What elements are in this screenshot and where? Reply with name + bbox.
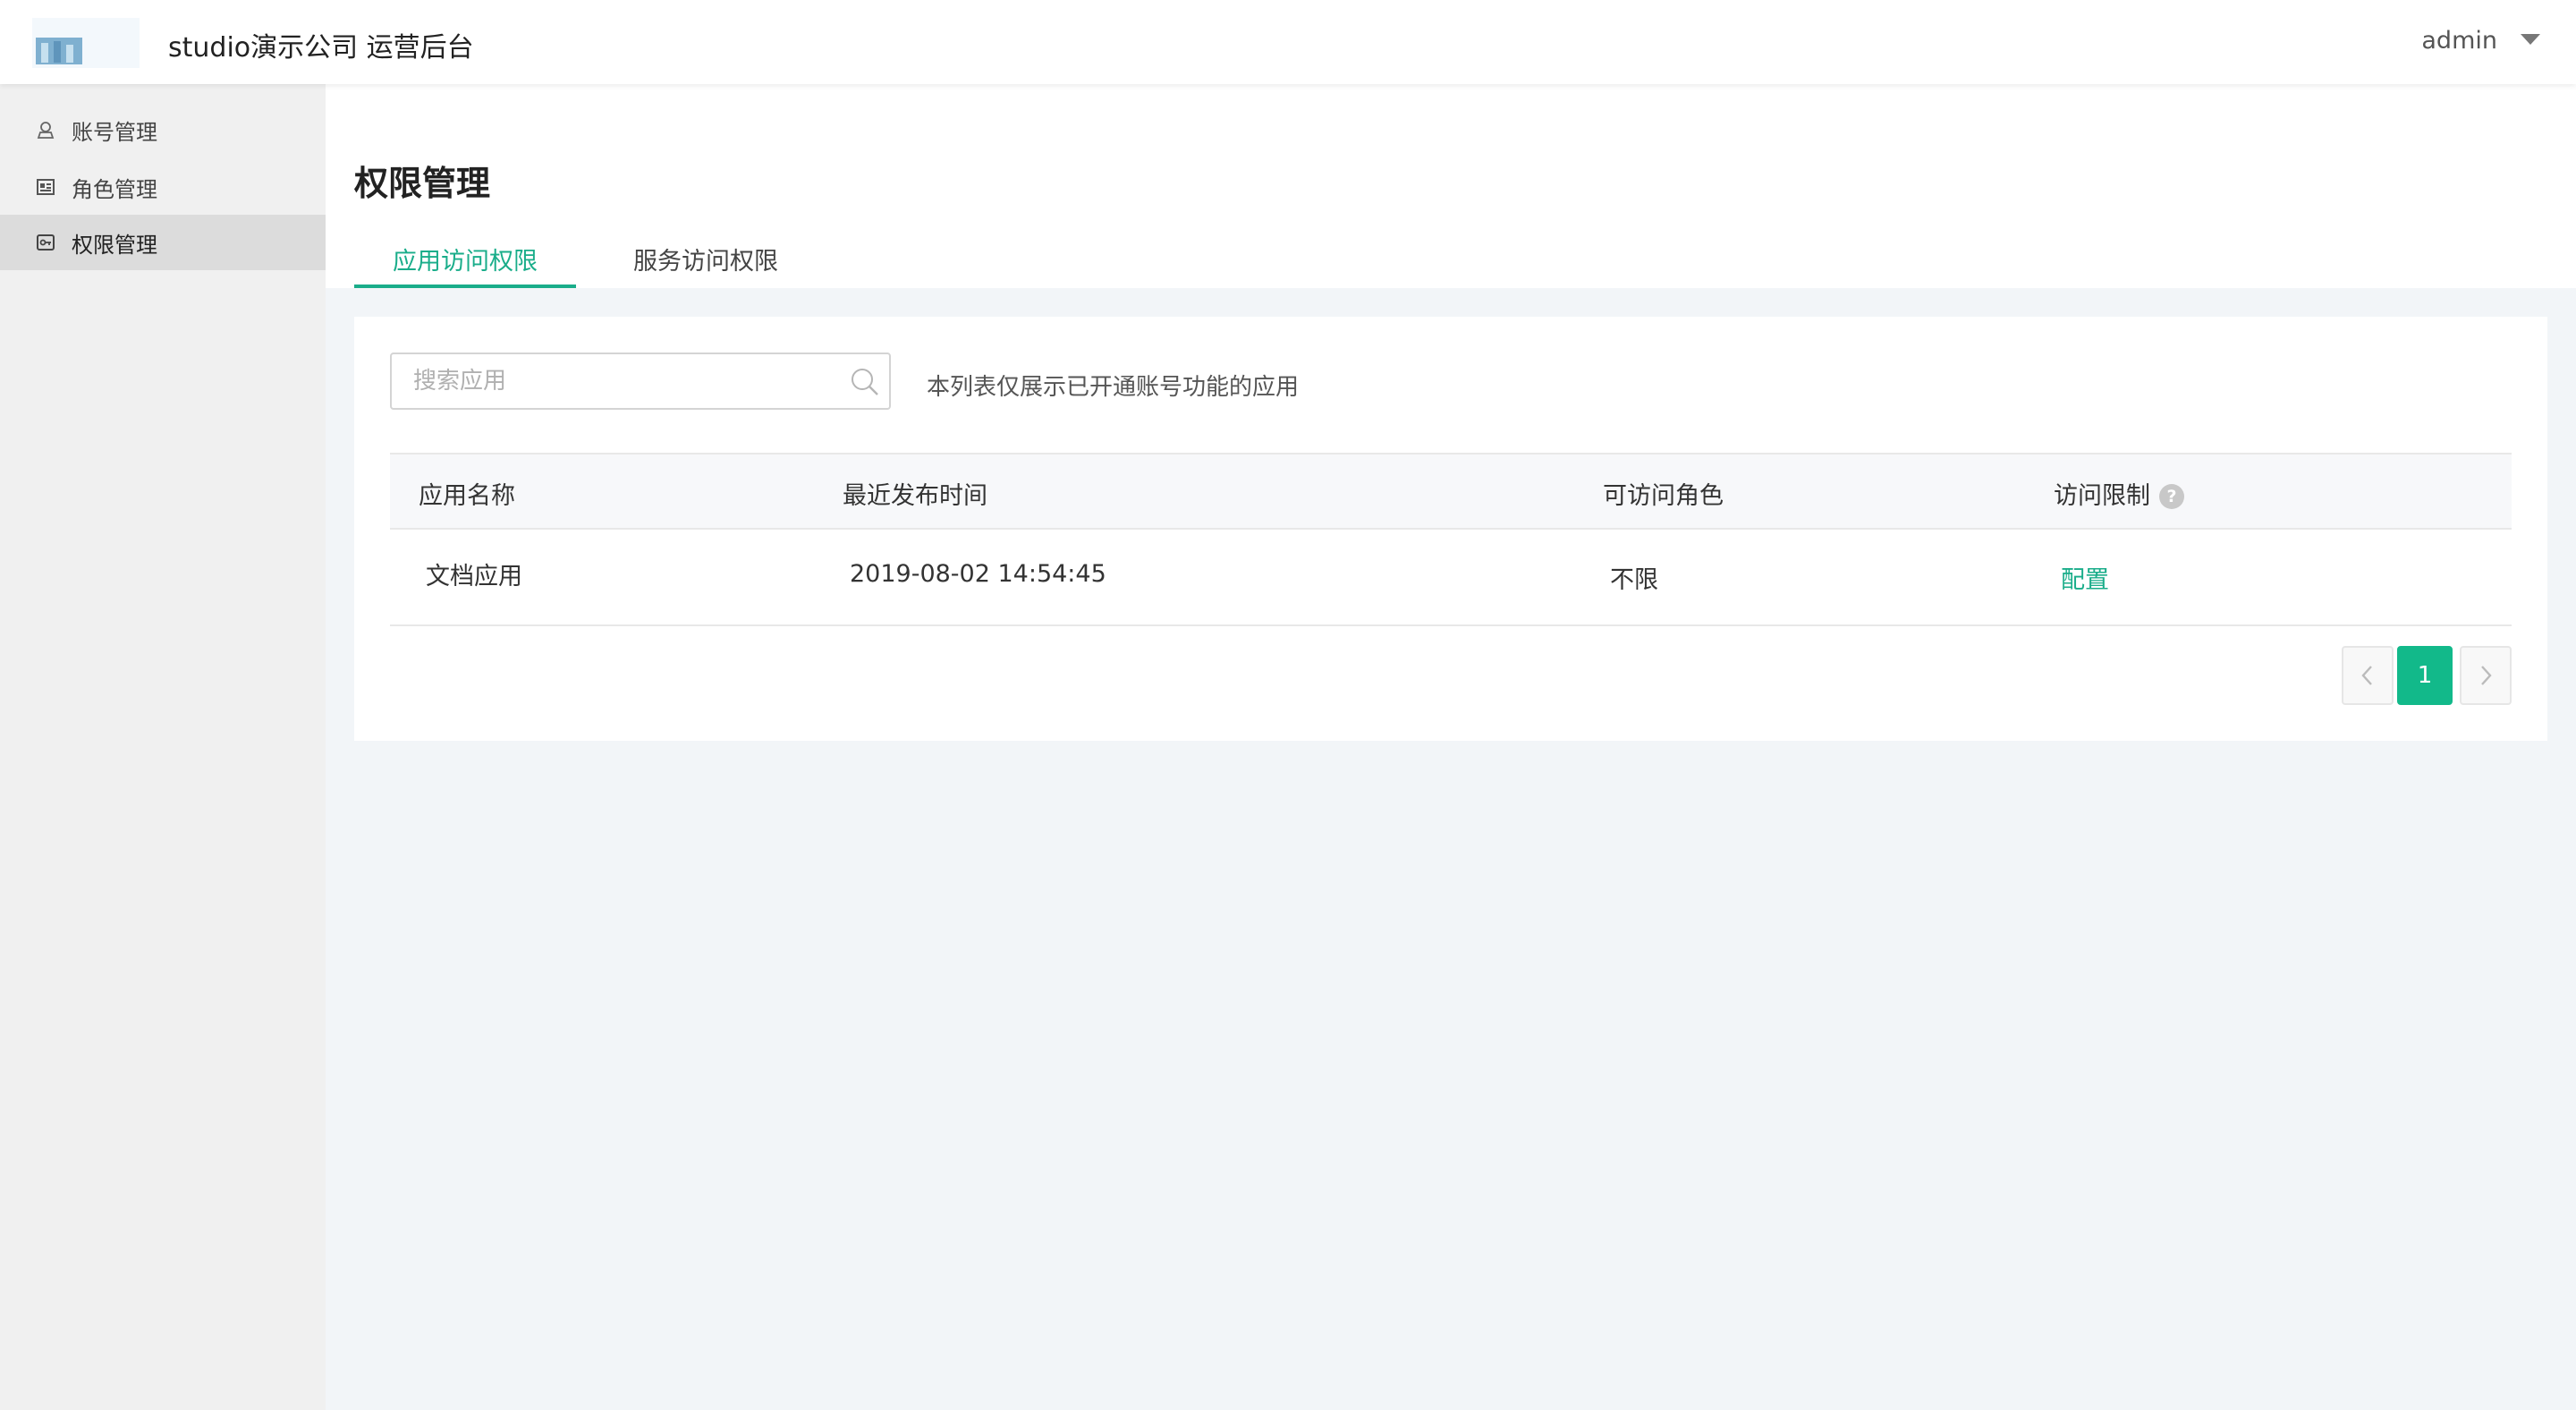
id-card-icon [36, 177, 55, 197]
column-header-name: 应用名称 [419, 482, 515, 510]
list-hint: 本列表仅展示已开通账号功能的应用 [927, 374, 1300, 401]
company-logo[interactable] [32, 18, 140, 68]
chevron-right-icon [2481, 666, 2492, 685]
content-card: 本列表仅展示已开通账号功能的应用 应用名称 最近发布时间 可访问角色 访问限制?… [354, 317, 2547, 741]
app-table: 应用名称 最近发布时间 可访问角色 访问限制? 文档应用 2019-08-02 … [390, 453, 2512, 626]
page-button-current[interactable]: 1 [2397, 646, 2453, 705]
column-header-access-limit-label: 访问限制 [2054, 482, 2150, 510]
search-input[interactable] [392, 354, 821, 408]
column-header-roles: 可访问角色 [1603, 482, 1724, 510]
caret-down-icon [2521, 34, 2540, 45]
chevron-left-icon [2361, 666, 2372, 685]
search-box [390, 352, 891, 410]
configure-link[interactable]: 配置 [2061, 560, 2109, 595]
table-header: 应用名称 最近发布时间 可访问角色 访问限制? [390, 453, 2512, 530]
user-icon [36, 120, 55, 140]
cell-roles: 不限 [1610, 566, 1658, 594]
cell-published-time: 2019-08-02 14:54:45 [850, 560, 1106, 588]
page-header: 权限管理 应用访问权限 服务访问权限 [326, 84, 2576, 288]
sidebar-item-label: 权限管理 [72, 232, 157, 258]
sidebar-item-account[interactable]: 账号管理 [0, 102, 326, 157]
sidebar-item-label: 角色管理 [72, 176, 157, 202]
sidebar-item-permission[interactable]: 权限管理 [0, 215, 326, 270]
cell-app-name: 文档应用 [426, 563, 522, 590]
help-icon[interactable]: ? [2159, 484, 2184, 509]
column-header-published: 最近发布时间 [843, 482, 987, 510]
top-header: studio演示公司 运营后台 admin [0, 0, 2576, 84]
page-title: 权限管理 [354, 164, 491, 203]
tab-app-access[interactable]: 应用访问权限 [354, 242, 576, 288]
prev-page-button[interactable] [2342, 646, 2394, 705]
next-page-button[interactable] [2460, 646, 2512, 705]
user-menu[interactable]: admin [2421, 27, 2540, 55]
sidebar-item-role[interactable]: 角色管理 [0, 159, 326, 215]
key-card-icon [36, 233, 55, 252]
table-row: 文档应用 2019-08-02 14:54:45 不限 配置 [390, 530, 2512, 626]
sidebar-item-label: 账号管理 [72, 119, 157, 145]
column-header-access-limit: 访问限制? [2054, 476, 2184, 511]
search-icon[interactable] [850, 367, 880, 397]
user-name: admin [2421, 27, 2497, 55]
tab-service-access[interactable]: 服务访问权限 [594, 242, 818, 288]
sidebar: 账号管理 角色管理 权限管理 [0, 84, 326, 1410]
app-title: studio演示公司 运营后台 [168, 32, 474, 64]
